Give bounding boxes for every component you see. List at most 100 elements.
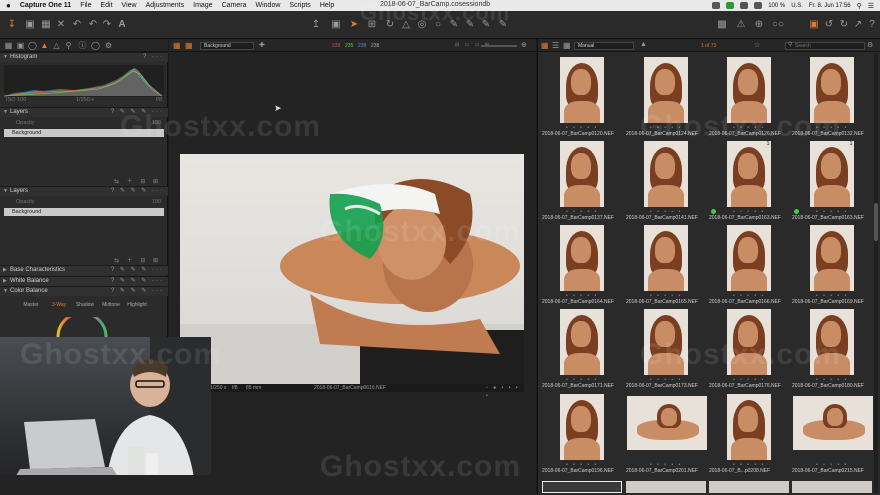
color-balance-header[interactable]: ▼ Color Balance ? ✎ ✎ ✎ ··· (0, 286, 168, 296)
help-icon[interactable]: ? (866, 19, 878, 31)
redo-icon[interactable]: ↷ (101, 19, 113, 31)
color-label-green[interactable] (794, 209, 799, 214)
adjustments-tab-icon[interactable]: ◯ (91, 41, 100, 50)
capture-tab-icon[interactable]: ▣ (16, 41, 25, 50)
menu-edit[interactable]: Edit (100, 2, 112, 9)
color-label-green[interactable] (711, 209, 716, 214)
menu-camera[interactable]: Camera (222, 2, 247, 9)
zoom-icon[interactable]: ⊕ (521, 41, 527, 49)
thumbnail-partial[interactable] (626, 481, 706, 493)
apply-icon[interactable]: ↻ (838, 19, 850, 31)
layer-tools-icon[interactable]: ⇆ ＋ ⊟ ⊞ (114, 176, 161, 185)
thumbnail-cell[interactable]: • • • • • 2018-06-07_BarCamp0171.NEF (542, 307, 624, 389)
layer-tools-icon-2[interactable]: ⇆ ＋ ⊟ ⊞ (114, 255, 161, 264)
undo-history-icon[interactable]: ↶ (87, 19, 99, 31)
section-tools-icon[interactable]: ? ✎ ✎ ✎ ··· (111, 277, 164, 286)
thumbnail-partial[interactable] (792, 481, 872, 493)
delete-icon[interactable]: ✕ (55, 19, 67, 31)
library-tab-icon[interactable]: ▦ (4, 41, 13, 50)
section-tools-icon[interactable]: ? ✎ ✎ ✎ ··· (111, 266, 164, 275)
thumbnail-cell[interactable]: • • • • • 2018-06-07_BarCamp0169.NEF (792, 223, 874, 305)
viewer-grid-icon[interactable]: ▦ (185, 41, 193, 50)
collapse-icon[interactable]: ▼ (3, 187, 8, 196)
compare-icon[interactable]: ▩ (716, 19, 728, 31)
section-tools-icon[interactable]: ? ✎ ✎ ✎ ··· (111, 287, 164, 296)
layer-background-2[interactable]: Background (4, 208, 164, 216)
tray-cloud-icon[interactable] (740, 2, 749, 9)
thumbnail-image[interactable] (644, 141, 688, 207)
menu-view[interactable]: View (122, 2, 137, 9)
thumbnail-image[interactable] (560, 225, 604, 291)
expand-icon[interactable]: ▶ (3, 277, 7, 286)
focus-mask-icon[interactable]: ⊕ (753, 19, 765, 31)
zoom-slider[interactable] (481, 45, 517, 47)
base-characteristics-header[interactable]: ▶ Base Characteristics ? ✎ ✎ ✎ ··· (0, 265, 168, 275)
menu-window[interactable]: Window (256, 2, 281, 9)
proof-icon[interactable]: ○○ (770, 19, 786, 31)
collapse-icon[interactable]: ▼ (3, 287, 8, 296)
variant-dropdown[interactable]: Background (200, 42, 254, 50)
tray-app-icon[interactable] (712, 2, 721, 9)
lens-tab-icon[interactable]: ◯ (28, 41, 37, 50)
menu-adjustments[interactable]: Adjustments (146, 2, 185, 9)
thumbnail-cell[interactable]: 1 • • • • • 2018-06-07_BarCamp0163.NEF (792, 139, 874, 221)
thumbnail-cell[interactable]: • • • • • 2018-06-07_BarCamp0120.NEF (542, 55, 624, 137)
histogram-header[interactable]: ▼ Histogram ? ··· (0, 52, 168, 62)
thumbnail-image[interactable] (727, 141, 771, 207)
locale-label[interactable]: U.S. (791, 3, 803, 9)
main-photo[interactable] (180, 154, 524, 384)
copy-adjustments-icon[interactable]: ▣ (808, 19, 820, 31)
picker-icon[interactable]: ✚ (259, 41, 265, 49)
thumbnail-image[interactable] (793, 396, 873, 450)
thumbnail-image[interactable] (560, 141, 604, 207)
thumbnail-cell[interactable]: • • • • • 2018-06-07_BarCamp0137.NEF (542, 139, 624, 221)
text-tool-icon[interactable]: A (116, 19, 128, 31)
thumbnail-image[interactable] (810, 141, 854, 207)
menu-scripts[interactable]: Scripts (289, 2, 310, 9)
viewer-mode-icon[interactable]: ▦ (173, 41, 181, 50)
thumbnail-cell[interactable]: • • • • • 2018-06-07_B...p0208.NEF (709, 392, 791, 474)
thumbnail-image[interactable] (560, 394, 604, 460)
thumbnail-cell[interactable]: • • • • • 2018-06-07_BarCamp0165.NEF (626, 223, 708, 305)
menu-file[interactable]: File (80, 2, 91, 9)
apply-all-icon[interactable]: ↗ (852, 19, 864, 31)
capture-icon[interactable]: ▣ (24, 19, 36, 31)
search-icon[interactable]: ⚲ (788, 41, 792, 48)
thumbnail-image[interactable] (560, 57, 604, 123)
layers-header-2[interactable]: ▼ Layers ? ✎ ✎ ✎ ··· (0, 186, 168, 196)
export-icon[interactable]: ↥ (310, 19, 322, 31)
browser-list-icon[interactable]: ☰ (552, 41, 559, 50)
search-input[interactable]: Search (785, 42, 865, 50)
process-icon[interactable]: ▣ (330, 19, 342, 31)
thumbnail-image[interactable] (644, 225, 688, 291)
menu-app[interactable]: Capture One 11 (20, 2, 71, 9)
opacity-value-2[interactable]: 100 (152, 199, 161, 205)
thumbnail-image[interactable] (810, 225, 854, 291)
menu-list-icon[interactable]: ☰ (868, 2, 874, 10)
apple-icon[interactable]: ● (6, 1, 11, 10)
exposure-warning-icon[interactable]: ⚠ (735, 19, 747, 31)
cursor-tool-icon[interactable]: ➤ (348, 19, 360, 31)
exposure-tab-icon[interactable]: △ (52, 41, 61, 50)
sort-dropdown[interactable]: Manual (574, 42, 634, 50)
wifi-icon[interactable] (754, 2, 763, 9)
thumbnail-image[interactable] (727, 225, 771, 291)
tray-green-icon[interactable] (726, 2, 735, 9)
thumbnail-partial[interactable] (709, 481, 789, 493)
thumbnail-image[interactable] (727, 394, 771, 460)
battery-label[interactable]: 100 % (768, 3, 785, 9)
thumbnail-image[interactable] (627, 396, 707, 450)
browser-filmstrip-icon[interactable]: ▦ (563, 41, 571, 50)
menu-image[interactable]: Image (193, 2, 212, 9)
thumbnail-cell[interactable]: 1 • • • • • 2018-06-07_BarCamp0163.NEF (709, 139, 791, 221)
metadata-tab-icon[interactable]: ⓘ (78, 41, 87, 50)
expand-icon[interactable]: ▶ (3, 266, 7, 275)
undo-icon[interactable]: ↶ (71, 19, 83, 31)
scrollbar-thumb[interactable] (874, 203, 878, 241)
thumbnail-partial[interactable] (542, 481, 622, 493)
import-icon[interactable]: ↧ (6, 19, 18, 31)
thumbnail-cell[interactable]: • • • • • 2018-06-07_BarCamp0196.NEF (542, 392, 624, 474)
browser-grid-icon[interactable]: ▦ (541, 41, 549, 50)
thumbnail-cell[interactable]: • • • • • 2018-06-07_BarCamp0141.NEF (626, 139, 708, 221)
collapse-icon[interactable]: ▼ (3, 108, 8, 117)
